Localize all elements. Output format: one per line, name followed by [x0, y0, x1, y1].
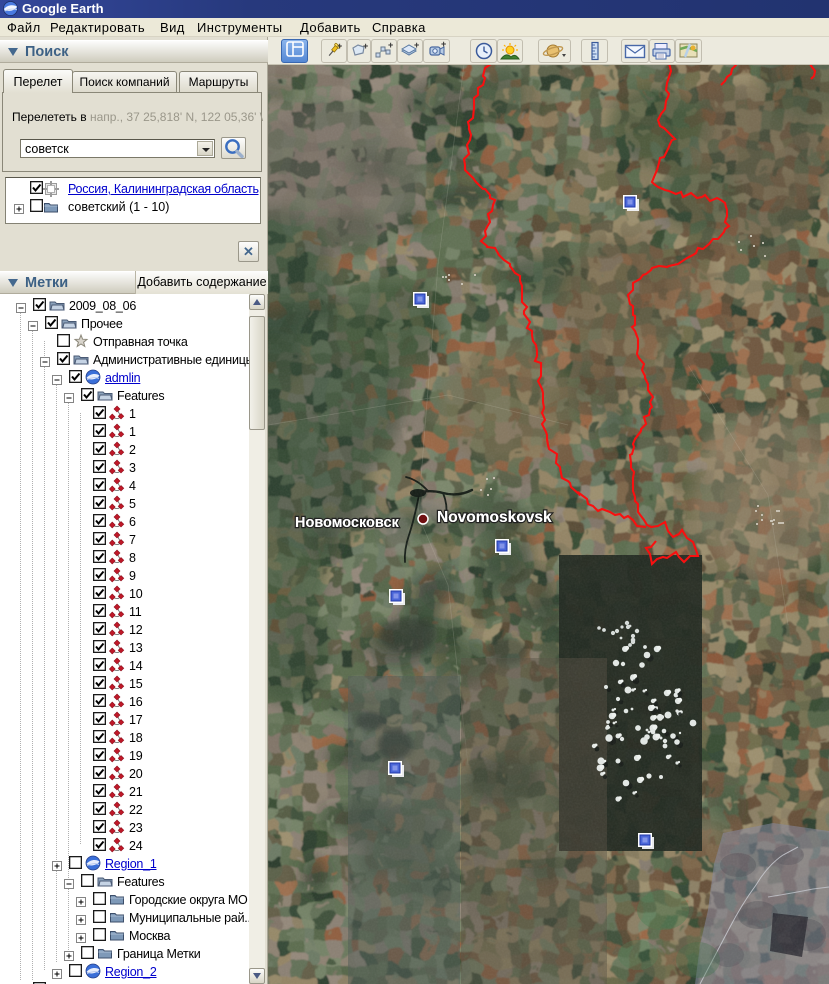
- svg-text:+: +: [363, 41, 368, 51]
- svg-text:+: +: [414, 41, 419, 50]
- svg-text:+: +: [337, 41, 342, 51]
- svg-text:+: +: [441, 41, 446, 49]
- svg-text:+: +: [388, 41, 393, 50]
